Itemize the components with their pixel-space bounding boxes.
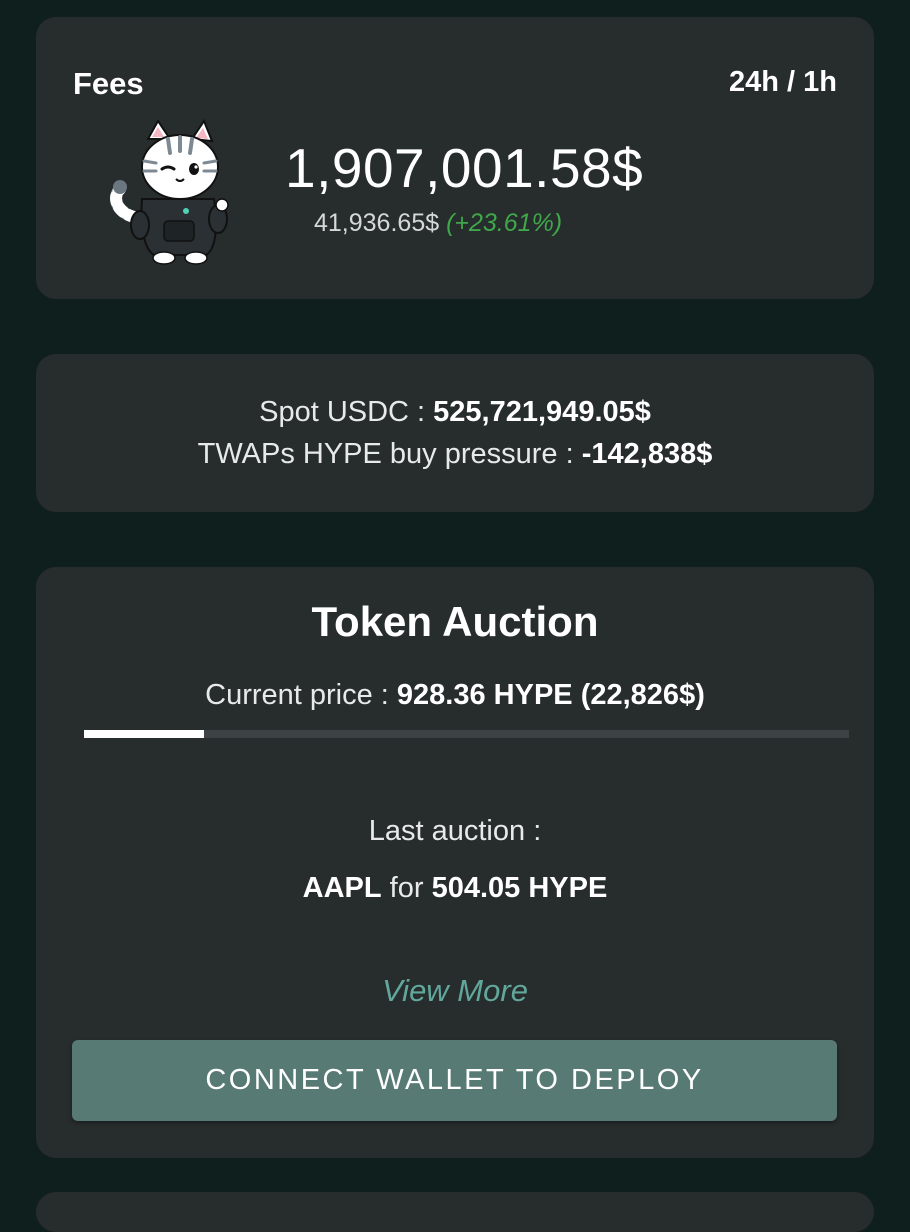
twap-label: TWAPs HYPE buy pressure : <box>197 438 582 470</box>
fees-period-toggle[interactable]: 24h / 1h <box>729 65 837 99</box>
last-auction-for: for <box>381 872 432 904</box>
fees-change-percent: (+23.61%) <box>446 209 563 237</box>
fees-card: Fees 24h / 1h 1,907,001.58$ 41,936.65$ (… <box>36 17 874 299</box>
spot-card: Spot USDC : 525,721,949.05$ TWAPs HYPE b… <box>36 354 874 512</box>
spot-usdc-label: Spot USDC : <box>259 396 434 428</box>
auction-title: Token Auction <box>311 598 599 645</box>
current-price-label: Current price : <box>205 679 397 711</box>
current-price-value: 928.36 HYPE (22,826$) <box>396 679 705 711</box>
auction-progress-fill <box>84 730 205 738</box>
spot-usdc-value: 525,721,949.05$ <box>433 396 651 428</box>
fees-total-value: 1,907,001.58$ <box>285 137 644 199</box>
fees-hourly-value: 41,936.65$ <box>314 209 440 237</box>
cat-in-hoodie-icon <box>110 118 229 265</box>
connect-wallet-button[interactable]: CONNECT WALLET TO DEPLOY <box>72 1040 837 1121</box>
twap-buy-pressure-line: TWAPs HYPE buy pressure : -142,838$ <box>36 436 874 472</box>
fees-hourly-line: 41,936.65$ (+23.61%) <box>314 207 562 239</box>
auction-progress-bar <box>84 730 849 738</box>
view-more-link[interactable]: View More <box>36 971 874 1011</box>
token-auction-card: Token Auction Current price : 928.36 HYP… <box>36 567 874 1158</box>
last-auction-token: AAPL <box>302 872 382 904</box>
spot-usdc-line: Spot USDC : 525,721,949.05$ <box>36 394 874 430</box>
last-auction-value: AAPL for 504.05 HYPE <box>36 870 874 906</box>
next-card <box>36 1192 874 1232</box>
last-auction-label: Last auction : <box>368 815 542 847</box>
fees-title: Fees <box>73 66 144 101</box>
twap-value: -142,838$ <box>581 438 713 470</box>
last-auction-amount: 504.05 HYPE <box>431 872 608 904</box>
current-price-line: Current price : 928.36 HYPE (22,826$) <box>36 677 874 713</box>
